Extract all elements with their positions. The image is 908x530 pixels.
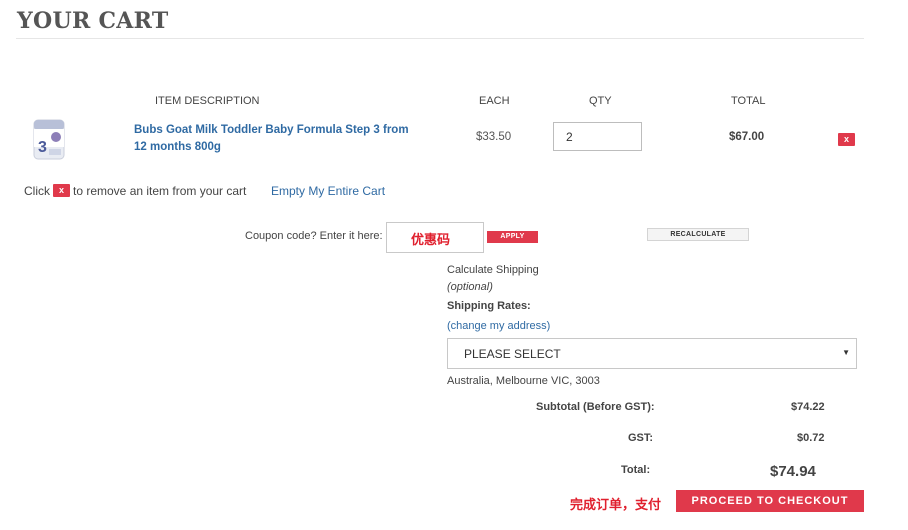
remove-item-button[interactable]: x [838, 133, 855, 146]
subtotal-label: Subtotal (Before GST): [536, 401, 655, 413]
empty-cart-link[interactable]: Empty My Entire Cart [271, 184, 385, 198]
quantity-input[interactable] [553, 122, 642, 151]
header-item-description: ITEM DESCRIPTION [155, 95, 260, 107]
recalculate-button[interactable]: RECALCULATE [647, 228, 749, 241]
apply-coupon-button[interactable]: APPLY [487, 231, 538, 243]
coupon-input[interactable]: 优惠码 [386, 222, 484, 253]
optional-label: (optional) [447, 281, 493, 293]
remove-hint: Click x to remove an item from your cart [24, 184, 246, 198]
coupon-input-value: 优惠码 [411, 232, 451, 247]
shipping-select-value: PLEASE SELECT [464, 347, 561, 361]
gst-value: $0.72 [797, 432, 825, 444]
remove-hint-suffix: to remove an item from your cart [73, 184, 247, 198]
header-qty: QTY [589, 95, 612, 107]
product-thumbnail[interactable]: 3 [31, 117, 67, 161]
chevron-down-icon: ▼ [842, 348, 850, 357]
line-total: $67.00 [729, 131, 765, 143]
svg-text:3: 3 [38, 139, 47, 156]
remove-hint-icon: x [53, 184, 70, 198]
gst-label: GST: [628, 432, 654, 444]
header-each: EACH [479, 95, 510, 107]
unit-price: $33.50 [476, 131, 512, 143]
subtotal-value: $74.22 [791, 401, 825, 413]
calculate-shipping-label: Calculate Shipping [447, 264, 539, 276]
proceed-to-checkout-button[interactable]: PROCEED TO CHECKOUT [676, 490, 864, 512]
remove-hint-prefix: Click [24, 184, 50, 198]
header-total: TOTAL [731, 95, 766, 107]
grand-total-value: $74.94 [770, 463, 816, 480]
page-title: YOUR CART [17, 8, 169, 34]
shipping-address: Australia, Melbourne VIC, 3003 [447, 375, 600, 387]
change-address-link[interactable]: (change my address) [447, 320, 550, 332]
product-name-link[interactable]: Bubs Goat Milk Toddler Baby Formula Step… [134, 122, 424, 156]
total-label: Total: [621, 464, 651, 476]
checkout-annotation: 完成订单，支付 [570, 497, 662, 512]
shipping-rates-label: Shipping Rates: [447, 300, 531, 312]
title-divider [16, 38, 864, 39]
shipping-rate-select[interactable]: PLEASE SELECT ▼ [447, 338, 857, 369]
coupon-label: Coupon code? Enter it here: [245, 230, 383, 242]
